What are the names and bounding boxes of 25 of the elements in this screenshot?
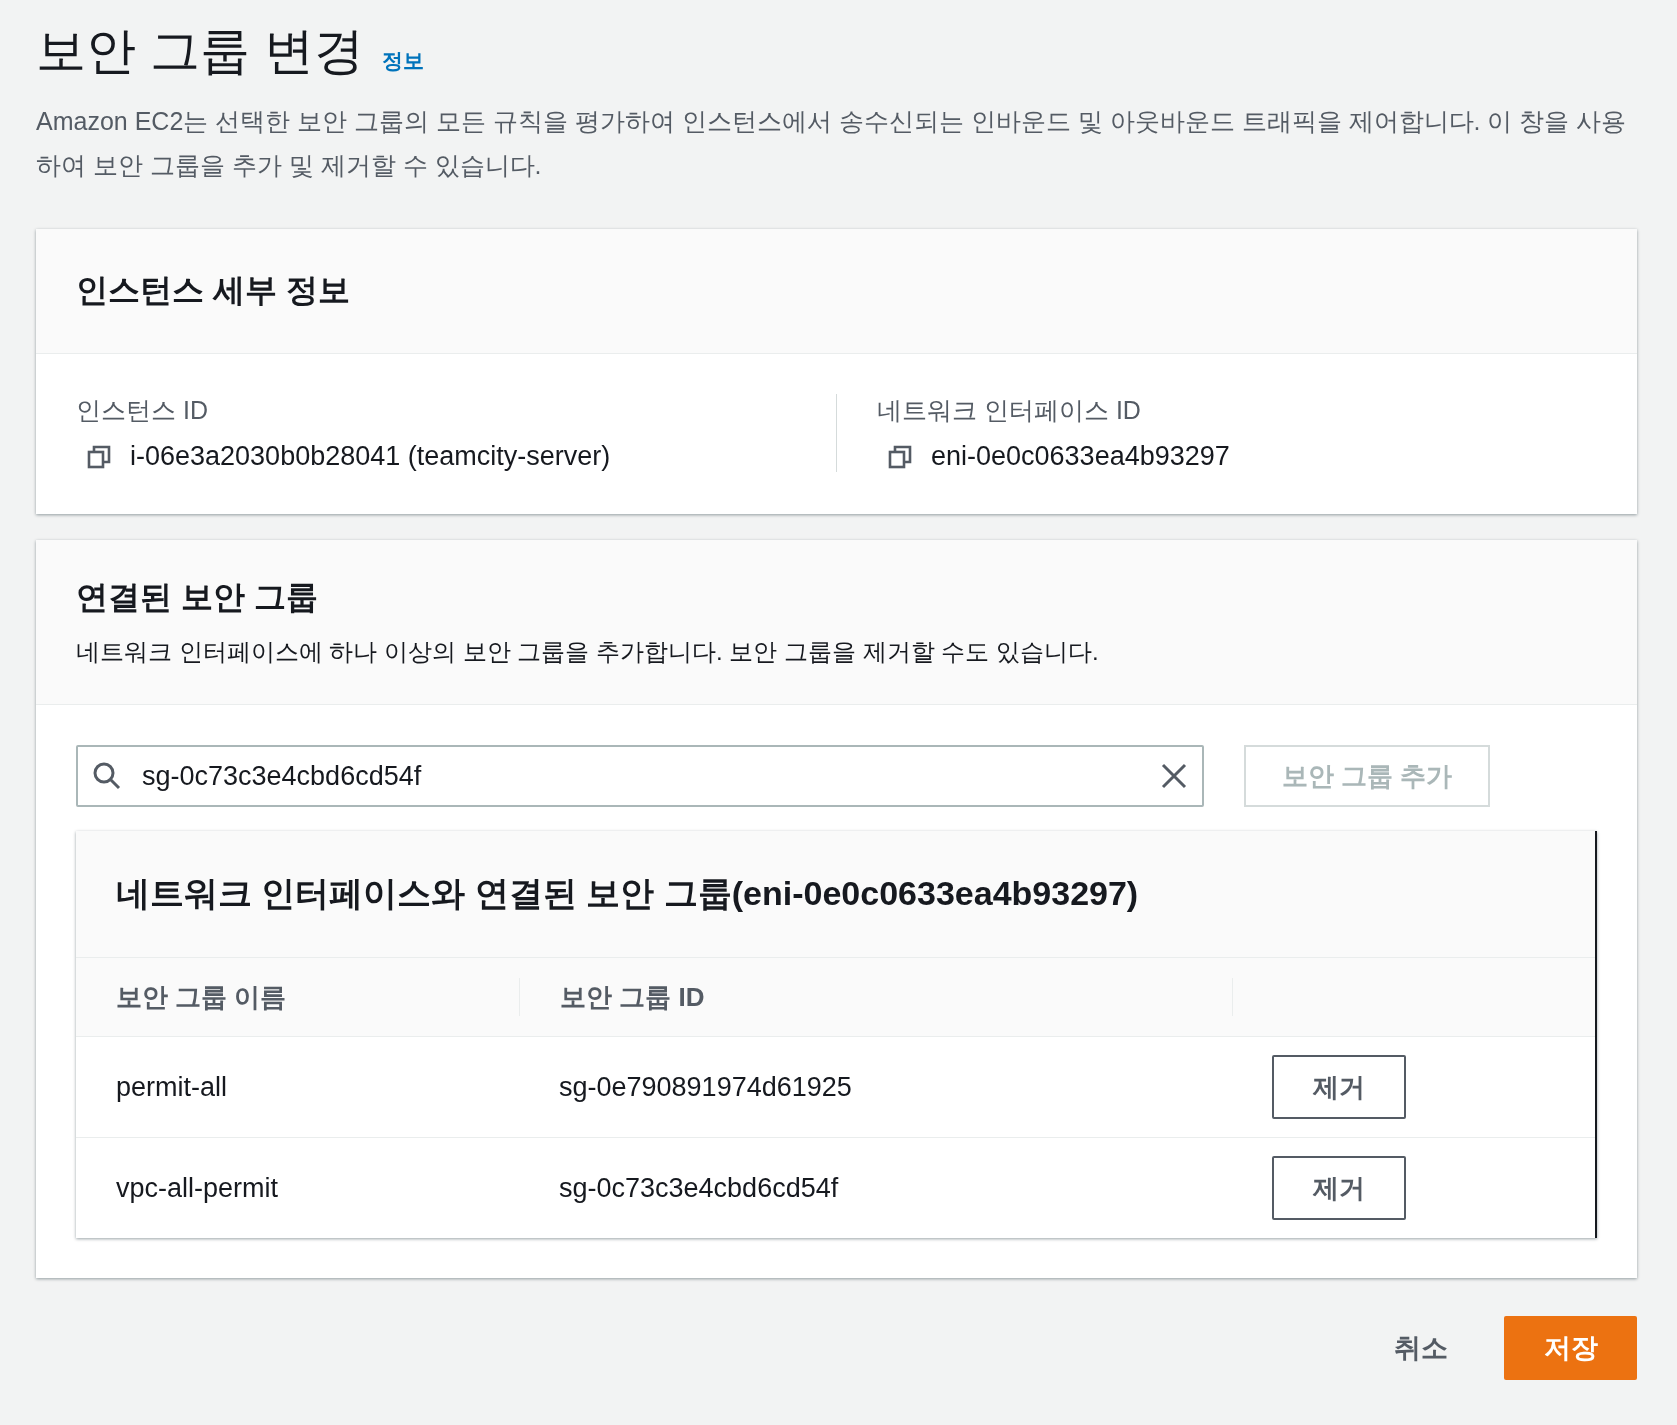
cancel-button[interactable]: 취소 bbox=[1374, 1320, 1468, 1376]
field-value: eni-0e0c0633ea4b93297 bbox=[931, 441, 1230, 472]
column-header: 보안 그룹 ID bbox=[560, 980, 705, 1014]
clear-icon[interactable] bbox=[1160, 762, 1188, 790]
table-cell: sg-0e790891974d61925 bbox=[559, 1071, 852, 1102]
info-link[interactable]: 정보 bbox=[381, 47, 424, 75]
field-label: 네트워크 인터페이스 ID bbox=[877, 395, 1142, 426]
table-cell: sg-0c73c3e4cbd6cd54f bbox=[559, 1172, 839, 1203]
table-title: 네트워크 인터페이스와 연결된 보안 그룹(eni-0e0c0633ea4b93297) bbox=[116, 873, 1140, 914]
search-field[interactable]: sg-0c73c3e4cbd6cd54f bbox=[76, 745, 1204, 807]
page-description: Amazon EC2는 선택한 보안 그룹의 모든 규칙을 평가하여 인스턴스에서 송수신되는 인바운드 및 아웃바운드 트래픽을 제어합니다. 이 창을 사용하여 보안 그룹을 추가 및 제거할 수 있습니다. bbox=[36, 106, 1628, 181]
section-title: 연결된 보안 그룹 bbox=[76, 578, 319, 617]
search-icon bbox=[92, 761, 122, 791]
remove-button[interactable]: 제거 bbox=[1272, 1055, 1406, 1119]
table-cell: permit-all bbox=[116, 1071, 228, 1102]
field-value: i-06e3a2030b0b28041 (teamcity-server) bbox=[130, 441, 611, 472]
page-title: 보안 그룹 변경 bbox=[36, 22, 364, 81]
section-title: 인스턴스 세부 정보 bbox=[76, 271, 351, 310]
remove-button[interactable]: 제거 bbox=[1272, 1156, 1406, 1220]
copy-icon[interactable] bbox=[86, 443, 112, 470]
field-label: 인스턴스 ID bbox=[76, 395, 209, 426]
column-header: 보안 그룹 이름 bbox=[116, 980, 287, 1014]
table-cell: vpc-all-permit bbox=[116, 1172, 279, 1203]
section-description: 네트워크 인터페이스에 하나 이상의 보안 그룹을 추가합니다. 보안 그룹을 제거할 수도 있습니다. bbox=[76, 637, 1100, 667]
copy-icon[interactable] bbox=[887, 443, 913, 470]
